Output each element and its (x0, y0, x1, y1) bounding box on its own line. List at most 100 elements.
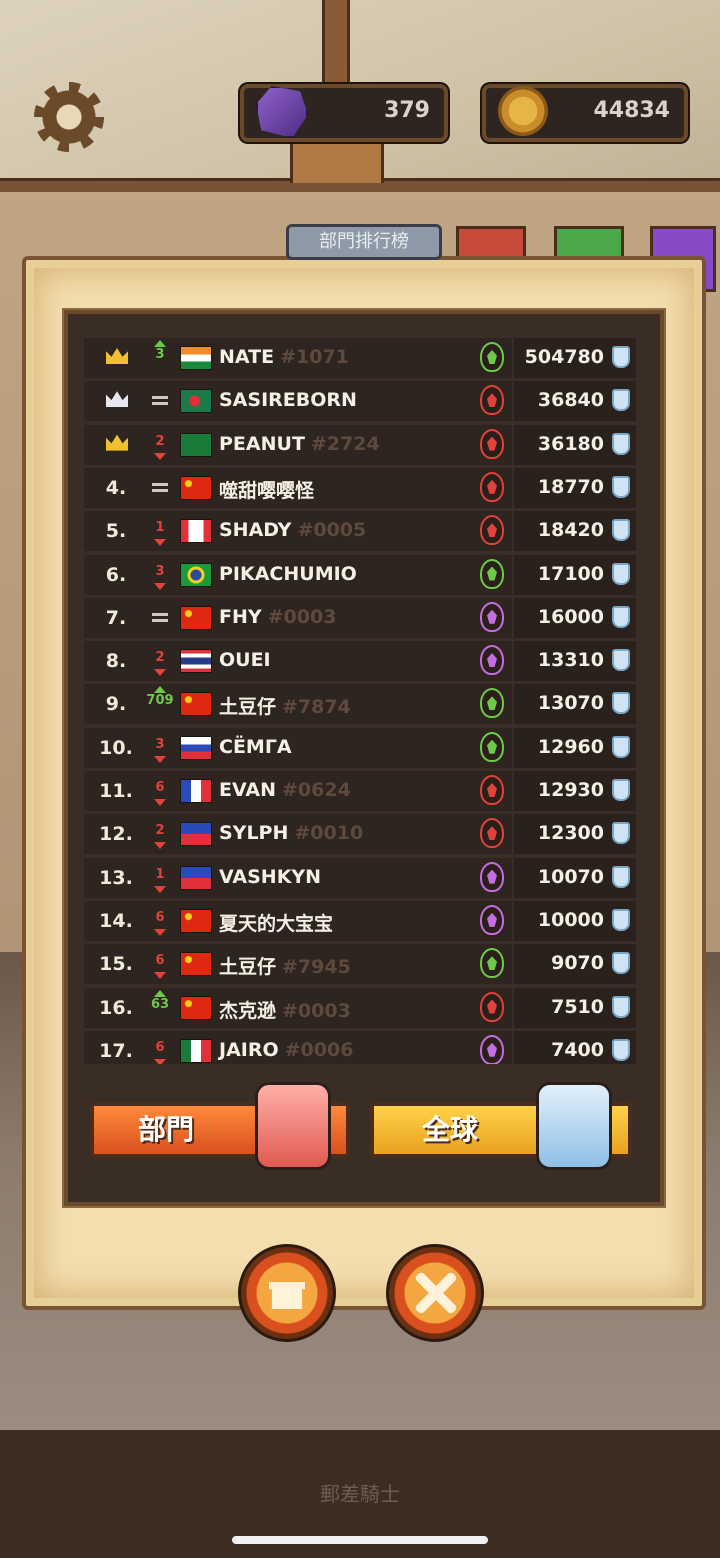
settings-gear-icon[interactable] (34, 82, 104, 152)
leaderboard-row[interactable]: 2 PEANUT #2724 36180 (84, 424, 636, 465)
leaderboard-list[interactable]: 3 NATE #1071 504780 SASIREBORN 36840 2 PEANUT #2… (84, 338, 636, 1064)
rank-down-icon: 3 (146, 557, 174, 593)
rank-number: 15. (99, 953, 133, 976)
department-button-label: 部門 (138, 1113, 195, 1146)
player-name: 夏天的大宝宝 (219, 909, 333, 936)
flag-icon (180, 692, 212, 717)
purple-faction-icon (480, 601, 504, 632)
trophy-shield-icon (612, 389, 630, 412)
player-tag: #0003 (282, 999, 351, 1022)
rank-number: 12. (99, 823, 133, 846)
trophy-shield-icon (612, 779, 630, 801)
player-score: 10000 (537, 908, 604, 931)
game-title: 郵差騎士 (320, 1482, 400, 1506)
trophy-shield-icon (612, 692, 630, 715)
player-name: 噬甜嘤嘤怪 (219, 476, 314, 503)
gem-icon (256, 86, 308, 138)
player-score: 10070 (537, 865, 604, 888)
rank-change: 2 (155, 650, 165, 666)
leaderboard-row[interactable]: 12. 2 SYLPH #0010 12300 (84, 814, 636, 855)
flag-icon (180, 779, 212, 803)
player-name-text: SASIREBORN (219, 389, 357, 412)
rank-number: 17. (99, 1039, 133, 1062)
leaderboard-row[interactable]: 8. 2 OUEI 13310 (84, 641, 636, 682)
leaderboard-row[interactable]: 3 NATE #1071 504780 (84, 338, 636, 378)
purple-faction-icon (480, 904, 504, 935)
trophy-shield-icon (612, 1038, 630, 1061)
leaderboard-row[interactable]: 16. 63 杰克逊 #0003 7510 (84, 987, 636, 1028)
department-dice-icon (255, 1082, 331, 1170)
player-name-text: PEANUT (219, 432, 305, 455)
rank-change: 709 (146, 693, 174, 709)
rank-change: 2 (155, 823, 165, 839)
flag-icon (180, 649, 212, 674)
player-tag: #1071 (280, 346, 349, 368)
coin-icon (498, 86, 548, 136)
player-score: 18420 (537, 519, 604, 542)
purple-faction-icon (480, 645, 504, 676)
player-name: EVAN #0624 (219, 779, 351, 801)
leaderboard-row[interactable]: SASIREBORN 36840 (84, 381, 636, 422)
player-tag: #7945 (282, 956, 351, 979)
player-name-text: 噬甜嘤嘤怪 (219, 479, 315, 502)
player-name-text: NATE (219, 346, 275, 368)
green-faction-icon (480, 688, 504, 719)
rank-change: 6 (155, 780, 165, 795)
global-button-label: 全球 (422, 1113, 479, 1146)
tab-department-leaderboard[interactable]: 部門排行榜 (286, 224, 442, 260)
player-name-text: SYLPH (219, 822, 289, 845)
player-score: 36840 (537, 389, 604, 412)
close-icon (411, 1269, 459, 1317)
red-faction-icon (480, 515, 504, 546)
rank-change: 3 (155, 563, 165, 579)
red-faction-icon (480, 385, 504, 416)
leaderboard-row[interactable]: 5. 1 SHADY #0005 18420 (84, 511, 636, 552)
rank-down-icon: 3 (146, 730, 174, 766)
leaderboard-row[interactable]: 11. 6 EVAN #0624 12930 (84, 771, 636, 811)
rank-number: 16. (99, 996, 133, 1019)
global-shield-icon (536, 1082, 612, 1170)
rank-number: 10. (99, 736, 133, 759)
leaderboard-row[interactable]: 14. 6 夏天的大宝宝 10000 (84, 900, 636, 941)
rank-change: 1 (155, 866, 165, 882)
rank-change: 63 (150, 996, 170, 1012)
rank-change: 6 (155, 909, 165, 925)
flag-icon (180, 952, 212, 977)
player-name: 土豆仔 #7945 (219, 952, 351, 979)
player-score: 12960 (537, 735, 604, 758)
leaderboard-row[interactable]: 13. 1 VASHKYN 10070 (84, 857, 636, 898)
player-tag: #2724 (310, 432, 380, 455)
red-faction-icon (480, 471, 504, 502)
close-button[interactable] (386, 1244, 484, 1342)
player-tag: #0010 (294, 822, 364, 845)
leaderboard-row[interactable]: 6. 3 PIKACHUMIO 17100 (84, 554, 636, 595)
leaderboard-row[interactable]: 17. 6 JAIRO #0006 7400 (84, 1030, 636, 1064)
leaderboard-row[interactable]: 4. 噬甜嘤嘤怪 18770 (84, 467, 636, 508)
red-faction-icon (480, 428, 504, 459)
home-indicator[interactable] (232, 1536, 488, 1544)
purple-faction-icon (480, 861, 504, 892)
player-name: PIKACHUMIO (219, 563, 357, 585)
rank-change: 2 (155, 433, 165, 449)
gift-button[interactable] (238, 1244, 336, 1342)
player-name-text: 土豆仔 (219, 956, 277, 979)
flag-icon (180, 1038, 212, 1063)
player-tag: #0624 (282, 779, 351, 801)
rank-up-icon: 63 (146, 989, 174, 1026)
player-name-text: СЁМГА (219, 735, 292, 758)
leaderboard-row[interactable]: 7. FHY #0003 16000 (84, 597, 636, 638)
player-name-text: PIKACHUMIO (219, 562, 357, 585)
leaderboard-row[interactable]: 15. 6 土豆仔 #7945 9070 (84, 944, 636, 985)
trophy-shield-icon (612, 432, 630, 455)
player-score: 12300 (537, 822, 604, 845)
red-faction-icon (480, 818, 504, 849)
player-name-text: OUEI (219, 649, 271, 672)
rank-same-icon (146, 383, 174, 419)
rank-down-icon: 2 (146, 816, 174, 852)
flag-icon (180, 432, 212, 457)
leaderboard-row[interactable]: 9. 709 土豆仔 #7874 13070 (84, 684, 636, 725)
leaderboard-row[interactable]: 10. 3 СЁМГА 12960 (84, 727, 636, 768)
player-name-text: JAIRO (219, 1038, 279, 1061)
trophy-shield-icon (612, 649, 630, 672)
rank-number: 13. (99, 866, 133, 889)
